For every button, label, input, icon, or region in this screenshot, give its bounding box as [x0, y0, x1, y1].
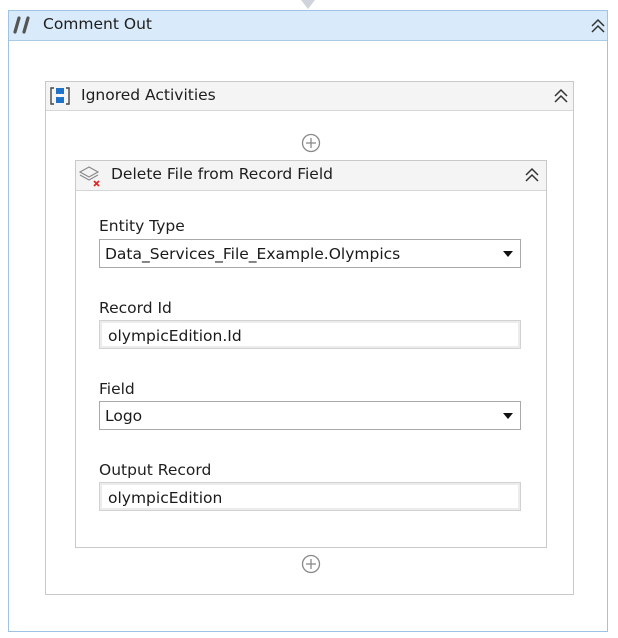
ignored-activities-header[interactable]: Ignored Activities [46, 82, 573, 111]
entity-type-value: Data_Services_File_Example.Olympics [105, 245, 401, 263]
output-record-value: olympicEdition [108, 489, 223, 507]
collapse-ignored-activities-icon[interactable] [552, 87, 570, 105]
add-activity-bottom-icon[interactable] [301, 554, 321, 574]
record-id-value: olympicEdition.Id [108, 327, 242, 345]
comment-out-title: Comment Out [43, 15, 152, 33]
record-id-label: Record Id [99, 299, 172, 317]
ignored-activities-sequence[interactable]: Ignored Activities Delete File from Reco… [45, 81, 574, 595]
output-record-label: Output Record [99, 461, 212, 479]
field-select[interactable]: Logo [99, 401, 521, 430]
comment-slashes-icon [13, 16, 30, 34]
ignored-activities-title: Ignored Activities [81, 86, 216, 104]
entity-type-label: Entity Type [99, 217, 185, 235]
comment-out-header[interactable]: Comment Out [9, 11, 607, 41]
output-record-input[interactable]: olympicEdition [99, 482, 521, 511]
delete-file-title: Delete File from Record Field [111, 165, 333, 183]
delete-file-header[interactable]: Delete File from Record Field [76, 161, 546, 191]
field-value: Logo [105, 407, 143, 425]
delete-file-activity[interactable]: Delete File from Record Field Entity Typ… [75, 160, 547, 548]
comment-out-activity[interactable]: Comment Out Ignored Activities Delete Fi… [8, 10, 608, 632]
collapse-comment-out-icon[interactable] [589, 17, 607, 35]
entity-type-select[interactable]: Data_Services_File_Example.Olympics [99, 239, 521, 268]
dropdown-arrow-icon[interactable] [503, 251, 513, 257]
add-activity-top-icon[interactable] [301, 133, 321, 153]
dropdown-arrow-icon[interactable] [503, 413, 513, 419]
field-label: Field [99, 380, 135, 398]
delete-file-icon [78, 166, 100, 187]
record-id-input[interactable]: olympicEdition.Id [99, 320, 521, 349]
flow-connector-notch [301, 0, 315, 9]
sequence-icon [50, 87, 70, 105]
collapse-delete-file-icon[interactable] [523, 166, 541, 184]
